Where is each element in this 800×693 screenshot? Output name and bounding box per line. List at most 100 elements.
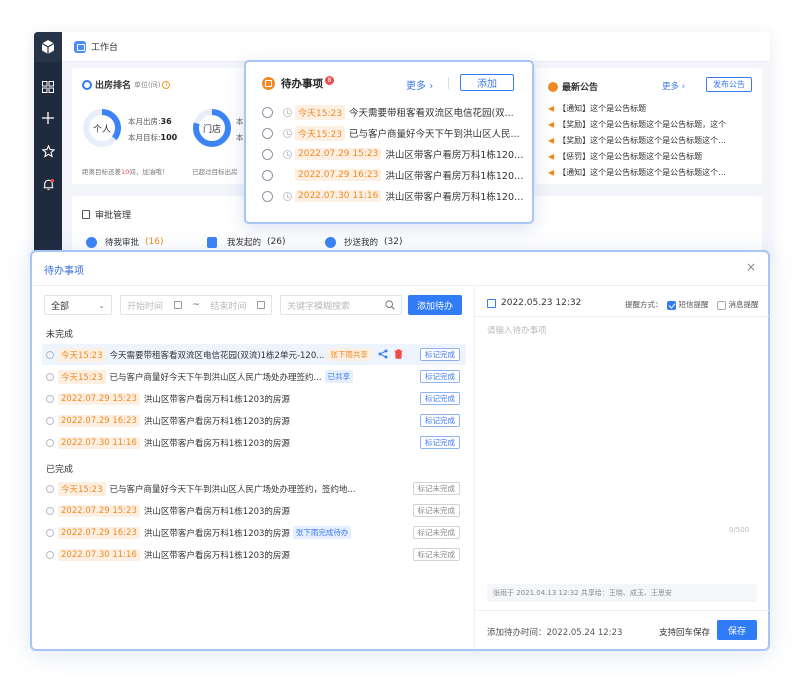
- mark-undone-button[interactable]: 标记未完成: [412, 504, 460, 517]
- mark-undone-button[interactable]: 标记未完成: [412, 548, 460, 561]
- alarm-icon: [283, 191, 292, 201]
- approval-item-cc[interactable]: 抄送我的 (32): [325, 236, 403, 248]
- popup-add-button[interactable]: 添加: [460, 74, 514, 91]
- search-icon[interactable]: [385, 300, 395, 310]
- todo-row[interactable]: 今天15:23 已与客户商量好今天下午到洪山区人民广场处办理签约... 已共享 …: [42, 366, 466, 387]
- mark-done-button[interactable]: 标记完成: [420, 348, 460, 361]
- radio-button[interactable]: [262, 127, 273, 139]
- popup-todo-item[interactable]: 今天15:23 已与客户商量好今天下午到洪山区人民...: [262, 123, 524, 143]
- mark-done-button[interactable]: 标记完成: [420, 436, 460, 449]
- popup-todo-item[interactable]: 今天15:23 今天需要带租客看双流区电信花园(双...: [262, 102, 524, 122]
- popup-todo-item[interactable]: 2022.07.30 11:16 洪山区带客户看房万科1栋1203...: [262, 186, 524, 206]
- personal-note: 距离目标还差10间，加油哦！: [82, 166, 168, 176]
- close-icon[interactable]: ×: [744, 260, 758, 274]
- plus-icon[interactable]: [34, 107, 62, 129]
- notice-item[interactable]: ◀ 【惩罚】这个是公告标题这个是公告标题: [548, 148, 756, 164]
- approval-item-pending[interactable]: 待我审批 (16): [86, 236, 164, 248]
- share-icon[interactable]: [378, 349, 388, 362]
- search-placeholder: 关键字模糊搜索: [287, 301, 351, 312]
- notice-item[interactable]: ◀ 【通知】这个是公告标题这个是公告标题这个...: [548, 164, 756, 180]
- radio-button[interactable]: [262, 148, 273, 160]
- popup-todo-item[interactable]: 2022.07.29 16:23 洪山区带客户看房万科1栋1203...: [262, 165, 524, 185]
- mark-undone-button[interactable]: 标记未完成: [412, 526, 460, 539]
- start-time-placeholder: 开始时间: [127, 301, 164, 312]
- todo-row[interactable]: 今天15:23 已与客户商量好今天下午到洪山区人民广场处办理签约，签约地... …: [42, 478, 466, 499]
- radio-button[interactable]: [262, 190, 273, 202]
- todo-text: 洪山区带客户看房万科1栋1203的房源: [143, 506, 290, 517]
- radio-button[interactable]: [262, 169, 273, 181]
- notice-more-link[interactable]: 更多 ›: [662, 80, 685, 92]
- todo-textarea[interactable]: 请输入待办事项: [487, 324, 757, 536]
- notice-header: 最新公告: [548, 80, 598, 93]
- megaphone-icon: [548, 81, 558, 92]
- notice-item[interactable]: ◀ 【奖励】这个是公告标题这个是公告标题，这个: [548, 116, 756, 132]
- notice-item[interactable]: ◀ 【奖励】这个是公告标题这个是公告标题这个...: [548, 132, 756, 148]
- keyword-search-input[interactable]: 关键字模糊搜索: [280, 295, 402, 315]
- share-tag: 张下雨完成待办: [292, 526, 352, 539]
- todo-time: 今天15:23: [58, 481, 106, 496]
- personal-label: 个人: [92, 125, 111, 135]
- todo-list-pane: 全部 ⌄ 开始时间 ~ 结束时间 关键字模糊搜索 添加待办 未完成 今天15:2…: [32, 286, 474, 649]
- popup-more-link[interactable]: 更多 ›: [406, 77, 433, 92]
- divider: [448, 77, 449, 89]
- alarm-icon: [46, 394, 54, 403]
- delete-icon[interactable]: [394, 349, 403, 362]
- todo-text: 洪山区带客户看房万科1栋1203的房源: [143, 416, 290, 427]
- todo-row[interactable]: 2022.07.29 16:23 洪山区带客户看房万科1栋1203的房源 张下雨…: [42, 522, 466, 543]
- dialog-title: 待办事项: [44, 266, 84, 277]
- notice-text: 【通知】这个是公告标题这个是公告标题这个...: [558, 167, 726, 177]
- app-logo[interactable]: [34, 32, 62, 62]
- msg-remind-checkbox[interactable]: 消息提醒: [716, 299, 759, 310]
- todo-icon: [262, 77, 275, 90]
- save-button[interactable]: 保存: [717, 620, 757, 640]
- star-icon[interactable]: [34, 140, 62, 162]
- date-range-picker[interactable]: 开始时间 ~ 结束时间: [120, 295, 272, 315]
- sms-label: 短信提醒: [678, 300, 709, 309]
- todo-row[interactable]: 2022.07.29 15:23 洪山区带客户看房万科1栋1203的房源 标记未…: [42, 500, 466, 521]
- todo-row[interactable]: 2022.07.30 11:16 洪山区带客户看房万科1栋1203的房源 标记完…: [42, 432, 466, 453]
- topbar: 工作台: [62, 32, 770, 62]
- speaker-icon: ◀: [548, 167, 555, 177]
- dashboard-icon[interactable]: [34, 76, 62, 98]
- mark-done-button[interactable]: 标记完成: [420, 370, 460, 383]
- add-todo-button[interactable]: 添加待办: [408, 295, 462, 315]
- todo-row[interactable]: 2022.07.30 11:16 洪山区带客户看房万科1栋1203的房源 标记未…: [42, 544, 466, 565]
- alarm-icon: [46, 350, 54, 359]
- todo-row[interactable]: 2022.07.29 15:23 洪山区带客户看房万科1栋1203的房源 标记完…: [42, 388, 466, 409]
- todo-time: 2022.07.29 16:23: [295, 169, 382, 181]
- checkbox-checked-icon: [666, 300, 676, 310]
- approval-item-mine[interactable]: 我发起的 (26): [207, 236, 286, 248]
- mark-done-button[interactable]: 标记完成: [420, 392, 460, 405]
- todo-text: 洪山区带客户看房万科1栋1203的房源: [143, 394, 290, 405]
- added-time: 添加待办时间：2022.05.24 12:23: [487, 626, 622, 638]
- sms-remind-checkbox[interactable]: 短信提醒: [666, 299, 709, 310]
- calendar-icon: [256, 301, 265, 309]
- alarm-icon: [46, 506, 54, 515]
- todo-row[interactable]: 2022.07.29 16:23 洪山区带客户看房万科1栋1203的房源 标记完…: [42, 410, 466, 431]
- notice-text: 【奖励】这个是公告标题这个是公告标题这个...: [558, 135, 726, 145]
- approval-header: 审批管理: [82, 208, 131, 221]
- todo-time: 2022.07.29 16:23: [58, 526, 140, 539]
- todo-row[interactable]: 今天15:23 今天需要带租客看双流区电信花园(双流)1栋2单元-120... …: [42, 344, 466, 365]
- status-select[interactable]: 全部 ⌄: [44, 295, 112, 315]
- todo-time: 2022.07.30 11:16: [58, 548, 140, 561]
- todo-text: 已与客户商量好今天下午到洪山区人民广场处办理签约，签约地...: [109, 484, 356, 495]
- mark-undone-button[interactable]: 标记未完成: [412, 482, 460, 495]
- notice-list: ◀ 【通知】这个是公告标题 ◀ 【奖励】这个是公告标题这个是公告标题，这个 ◀ 【奖励…: [548, 100, 756, 180]
- radio-button[interactable]: [262, 106, 273, 118]
- mark-done-button[interactable]: 标记完成: [420, 414, 460, 427]
- publish-notice-button[interactable]: 发布公告: [706, 77, 752, 92]
- info-icon[interactable]: i: [162, 80, 171, 89]
- bell-icon[interactable]: [34, 173, 62, 195]
- todo-time: 今天15:23: [295, 104, 345, 120]
- remind-options: 提醒方式： 短信提醒 消息提醒: [625, 299, 759, 310]
- todo-text: 已与客户商量好今天下午到洪山区人民...: [348, 129, 520, 140]
- chevron-down-icon: ⌄: [98, 300, 105, 310]
- notice-text: 【奖励】这个是公告标题这个是公告标题，这个: [558, 119, 727, 129]
- notice-item[interactable]: ◀ 【通知】这个是公告标题: [548, 100, 756, 116]
- remind-label: 提醒方式：: [625, 300, 663, 309]
- alarm-icon: [46, 416, 54, 425]
- editor-date[interactable]: 2022.05.23 12:32: [487, 298, 581, 308]
- end-time-placeholder: 结束时间: [210, 301, 247, 312]
- popup-todo-item[interactable]: 2022.07.29 15:23 洪山区带客户看房万科1栋1203...: [262, 144, 524, 164]
